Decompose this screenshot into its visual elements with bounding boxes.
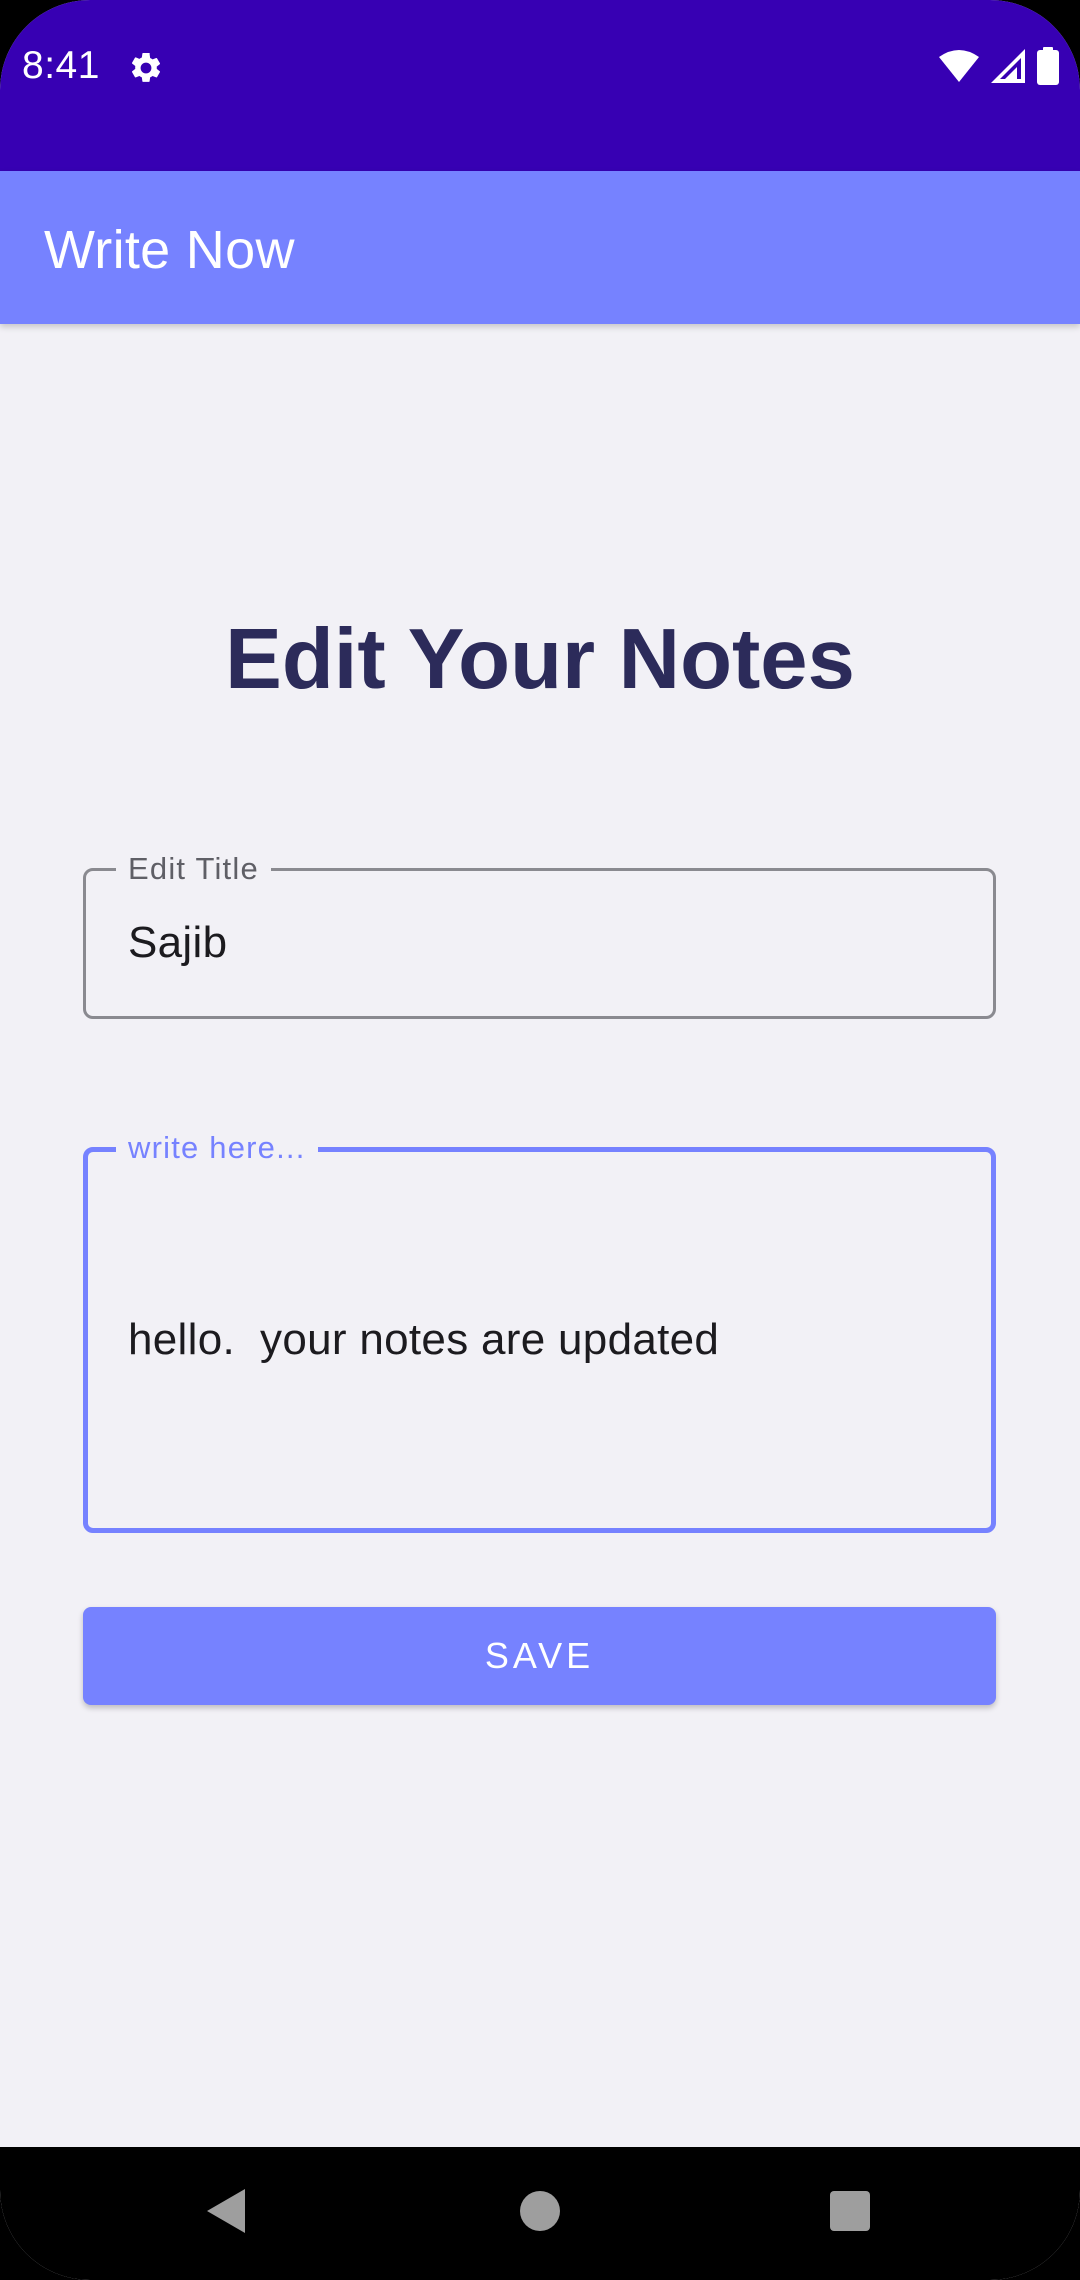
signal-icon [990,48,1026,89]
page-title: Edit Your Notes [225,612,855,707]
recents-icon [829,2190,871,2237]
app-bar: Write Now [0,171,1080,324]
navigation-bar [0,2147,1080,2280]
home-icon [519,2190,561,2237]
recents-button[interactable] [770,2147,930,2280]
note-body-field[interactable]: write here... hello. your notes are upda… [83,1128,996,1533]
edit-title-input[interactable]: Sajib [128,915,227,971]
battery-icon [1036,46,1060,90]
gear-icon [128,50,164,86]
back-button[interactable] [146,2147,306,2280]
home-button[interactable] [460,2147,620,2280]
status-time: 8:41 [22,44,100,87]
wifi-icon [938,49,980,88]
note-body-input[interactable]: hello. your notes are updated [128,1312,719,1368]
note-body-label: write here... [116,1128,318,1168]
app-title: Write Now [44,220,295,280]
edit-title-label: Edit Title [116,849,271,889]
device-screen: 8:41 Write Now Edit Your Notes Edit Titl… [0,0,1080,2280]
edit-title-field[interactable]: Edit Title Sajib [83,849,996,1019]
status-icons [938,46,1060,90]
save-button[interactable]: SAVE [83,1607,996,1705]
back-icon [203,2187,249,2240]
status-bar: 8:41 [0,0,1080,171]
